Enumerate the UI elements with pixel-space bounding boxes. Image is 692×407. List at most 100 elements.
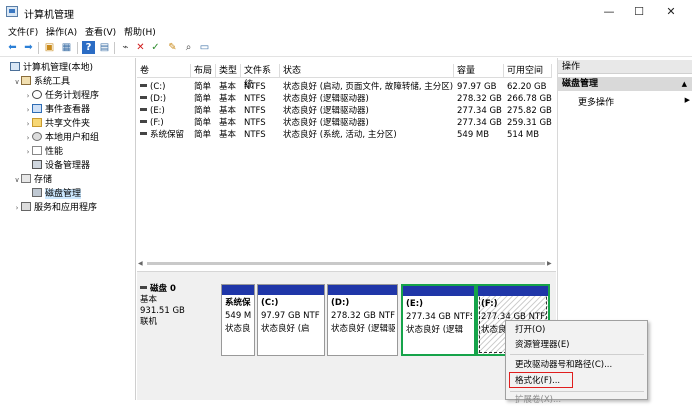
disk-graphical-view: 磁盘 0 基本 931.51 GB 联机 系统保 549 M 状态良 (C:) 97.… — [137, 271, 556, 400]
disk-icon — [140, 286, 147, 289]
volume-icon — [140, 84, 147, 87]
expand-chevron-icon[interactable]: › — [24, 131, 32, 145]
column-header[interactable]: 状态 — [280, 64, 454, 78]
tree-item[interactable]: ∨ 存储 — [2, 173, 134, 187]
tree-item[interactable]: › 共享文件夹 — [2, 117, 134, 131]
properties-icon[interactable]: ▤ — [98, 41, 111, 54]
search-icon[interactable]: ⌕ — [182, 41, 195, 54]
computer-management-icon — [6, 6, 18, 17]
disk-name: 磁盘 0 — [150, 284, 176, 294]
title-bar: 计算机管理 — ☐ ✕ — [0, 0, 692, 24]
table-row[interactable]: (E:) 简单 基本 NTFS 状态良好 (逻辑驱动器) 277.34 GB 275.82 … — [137, 105, 552, 117]
expand-chevron-icon[interactable]: ∨ — [13, 173, 21, 187]
context-change-drive-letter[interactable]: 更改驱动器号和路径(C)... — [515, 358, 612, 372]
column-header[interactable]: 文件系统 — [241, 64, 280, 90]
tree-item[interactable]: › 任务计划程序 — [2, 89, 134, 103]
menu-action[interactable]: 操作(A) — [46, 25, 77, 38]
maximize-button[interactable]: ☐ — [624, 0, 654, 24]
partition-system-reserved[interactable]: 系统保 549 M 状态良 — [221, 284, 255, 356]
disk-0-info[interactable]: 磁盘 0 基本 931.51 GB 联机 — [140, 284, 216, 356]
more-actions-link[interactable]: 更多操作 ▶ — [578, 95, 690, 108]
scrollbar-thumb[interactable] — [147, 262, 545, 265]
disk-type: 基本 — [140, 295, 158, 305]
svc-icon — [21, 202, 31, 211]
context-open[interactable]: 打开(O) — [515, 323, 545, 337]
minimize-button[interactable]: — — [594, 0, 624, 24]
context-separator — [510, 391, 644, 392]
context-explorer[interactable]: 资源管理器(E) — [515, 338, 570, 352]
menu-file[interactable]: 文件(F) — [8, 25, 38, 38]
navigation-tree: 计算机管理(本地) ∨ 系统工具 › 任务计划程序 › 事件查看器 › 共享文件夹 › 本地用户和组… — [0, 58, 136, 400]
tree-item[interactable]: › 性能 — [2, 145, 134, 159]
tree-item[interactable]: 计算机管理(本地) — [2, 61, 134, 75]
scroll-right-arrow-icon[interactable]: ▶ — [547, 260, 552, 267]
tree-item[interactable]: 磁盘管理 — [2, 187, 134, 201]
tree-item[interactable]: › 本地用户和组 — [2, 131, 134, 145]
disk-status: 联机 — [140, 317, 158, 327]
expand-chevron-icon[interactable]: › — [13, 201, 21, 215]
tree-item[interactable]: › 服务和应用程序 — [2, 201, 134, 215]
toolbar-separator — [114, 42, 115, 54]
check-icon[interactable]: ✓ — [149, 41, 162, 54]
expand-chevron-icon[interactable]: › — [24, 89, 32, 103]
table-row[interactable]: 系统保留 简单 基本 NTFS 状态良好 (系统, 活动, 主分区) 549 MB 514 … — [137, 129, 552, 141]
context-separator — [510, 354, 644, 355]
menu-bar: 文件(F) 操作(A) 查看(V) 帮助(H) — [0, 24, 692, 39]
table-cell: 277.34 GB — [457, 118, 502, 128]
partition-e[interactable]: (E:) 277.34 GB NTFS 状态良好 (逻辑 — [401, 284, 476, 356]
column-header[interactable]: 容量 — [454, 64, 504, 78]
table-row[interactable]: (C:) 简单 基本 NTFS 状态良好 (启动, 页面文件, 故障转储, 主分区) 97… — [137, 81, 552, 93]
table-cell: 514 MB — [507, 130, 540, 140]
table-cell: 状态良好 (系统, 活动, 主分区) — [283, 130, 397, 140]
window-title: 计算机管理 — [24, 10, 74, 21]
table-cell: 266.78 GB — [507, 94, 552, 104]
column-header[interactable]: 布局 — [191, 64, 216, 78]
table-cell: 275.82 GB — [507, 106, 552, 116]
view-icon[interactable]: ▭ — [198, 41, 211, 54]
close-button[interactable]: ✕ — [656, 0, 686, 24]
volume-name-cell: 系统保留 — [137, 129, 191, 141]
perf-icon — [32, 146, 42, 155]
volume-name-cell: (F:) — [137, 117, 191, 129]
connect-icon[interactable]: ⌁ — [119, 41, 132, 54]
table-row[interactable]: (D:) 简单 基本 NTFS 状态良好 (逻辑驱动器) 278.32 GB 266.78 … — [137, 93, 552, 105]
column-header[interactable]: 可用空间 — [504, 64, 552, 78]
menu-view[interactable]: 查看(V) — [85, 25, 116, 38]
table-cell: 基本 — [219, 118, 237, 128]
table-cell: NTFS — [244, 106, 266, 116]
up-folder-icon[interactable]: ▣ — [43, 41, 56, 54]
forward-arrow-icon[interactable]: ➡ — [22, 41, 35, 54]
actions-section-disk-management[interactable]: 磁盘管理 ▲ — [558, 77, 692, 91]
collapse-arrow-icon[interactable]: ▲ — [682, 77, 687, 91]
show-hide-tree-icon[interactable]: ▦ — [60, 41, 73, 54]
expand-chevron-icon[interactable]: › — [24, 117, 32, 131]
help-icon[interactable]: ? — [82, 41, 95, 54]
volume-icon — [140, 120, 147, 123]
partition-c[interactable]: (C:) 97.97 GB NTF 状态良好 (启 — [257, 284, 325, 356]
delete-icon[interactable]: ✕ — [134, 41, 147, 54]
volume-name-cell: (D:) — [137, 93, 191, 105]
scroll-left-arrow-icon[interactable]: ◀ — [138, 260, 143, 267]
tree-item[interactable]: 设备管理器 — [2, 159, 134, 173]
tree-item[interactable]: › 事件查看器 — [2, 103, 134, 117]
tree-item-label: 存储 — [34, 175, 53, 185]
menu-help[interactable]: 帮助(H) — [124, 25, 156, 38]
clock-icon — [32, 90, 42, 99]
folder-icon — [32, 118, 42, 127]
tree-item-label: 事件查看器 — [45, 105, 91, 115]
tree-item-label: 磁盘管理 — [45, 189, 82, 199]
table-cell: 259.31 GB — [507, 118, 552, 128]
partition-d[interactable]: (D:) 278.32 GB NTFS 状态良好 (逻辑驱 — [327, 284, 398, 356]
expand-chevron-icon[interactable]: ∨ — [13, 75, 21, 89]
expand-chevron-icon[interactable]: › — [24, 103, 32, 117]
table-row[interactable]: (F:) 简单 基本 NTFS 状态良好 (逻辑驱动器) 277.34 GB 259.31 … — [137, 117, 552, 129]
column-header[interactable]: 类型 — [216, 64, 241, 78]
expand-chevron-icon[interactable]: › — [24, 145, 32, 159]
context-extend-volume[interactable]: 扩展卷(X)... — [515, 393, 561, 407]
back-arrow-icon[interactable]: ⬅ — [6, 41, 19, 54]
tree-item-label: 计算机管理(本地) — [23, 63, 94, 73]
column-header[interactable]: 卷 — [137, 64, 191, 78]
tree-item[interactable]: ∨ 系统工具 — [2, 75, 134, 89]
export-icon[interactable]: ✎ — [166, 41, 179, 54]
volume-table-scrollbar[interactable]: ◀ ▶ — [138, 259, 554, 268]
